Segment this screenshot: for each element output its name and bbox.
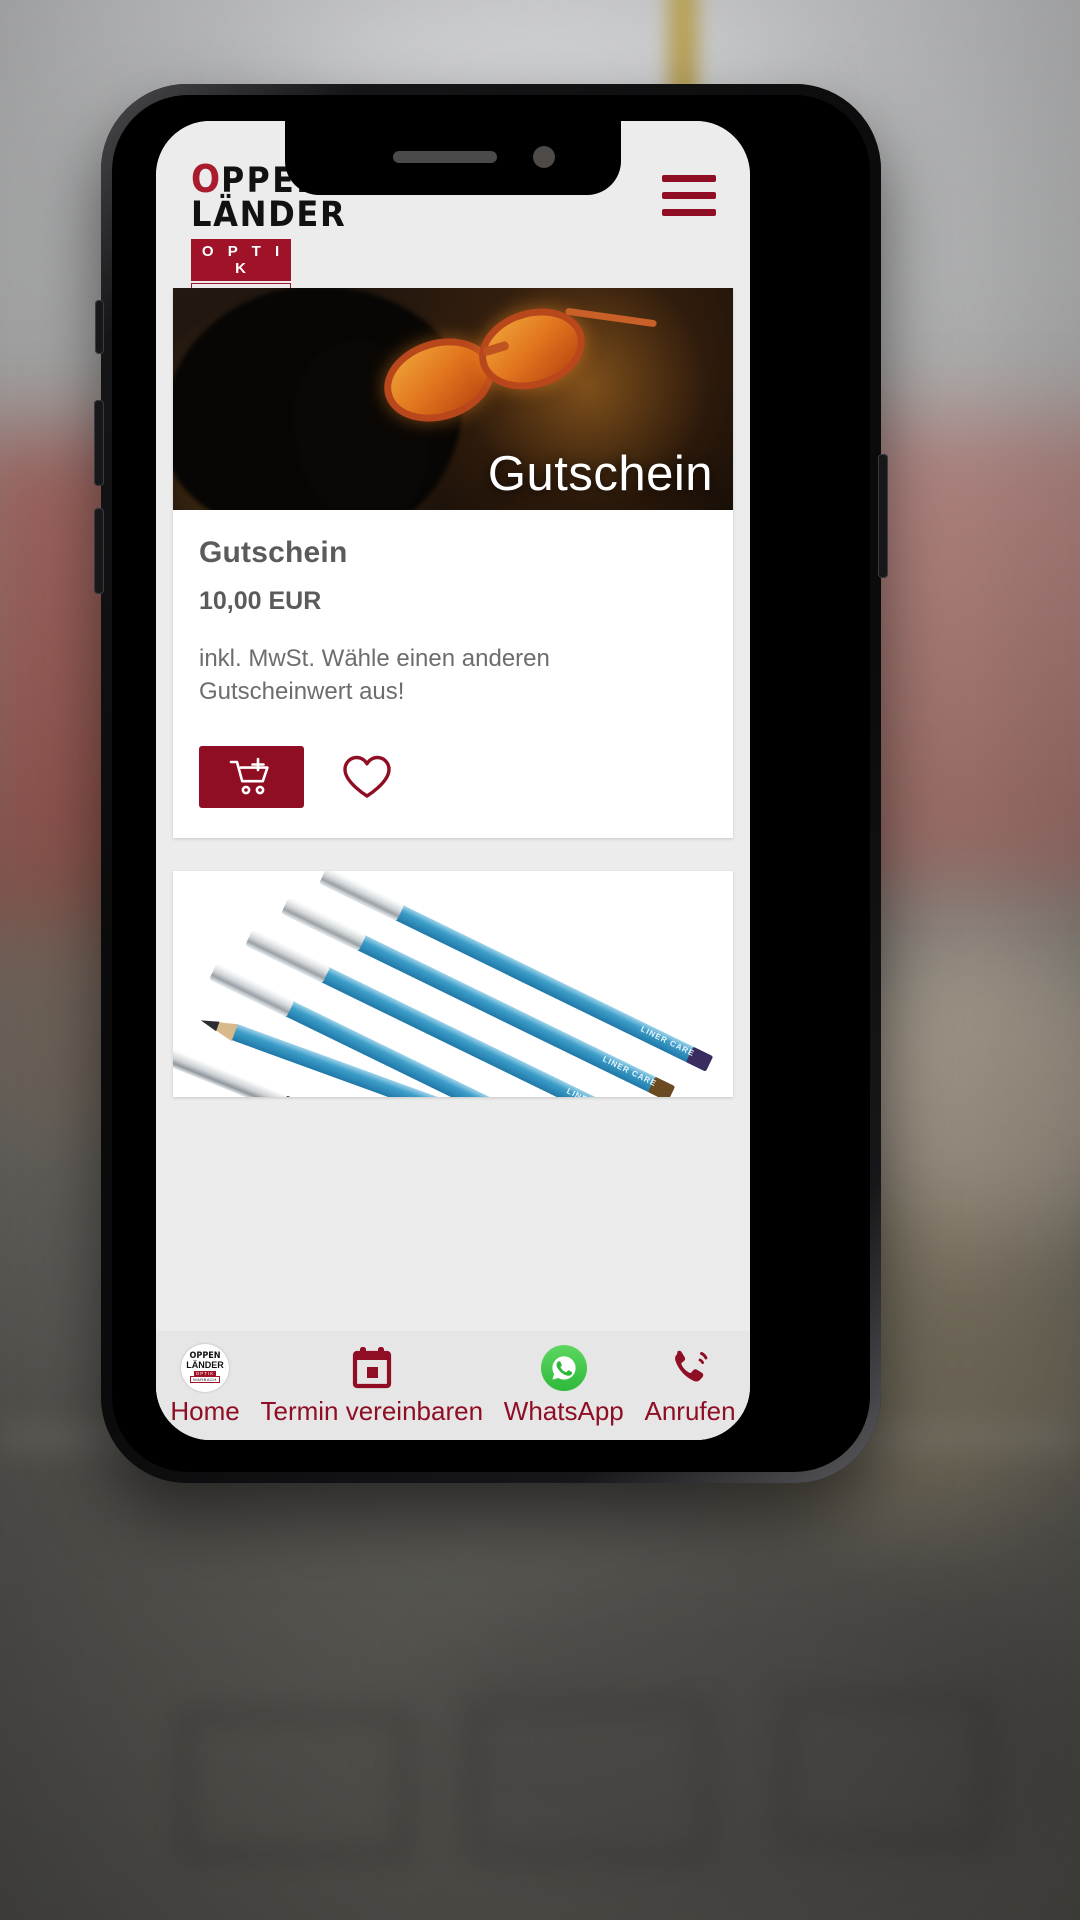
product-details: Gutschein 10,00 EUR inkl. MwSt. Wähle ei… [173, 510, 733, 838]
product-image-liner-pencils: LINER CARE LINER CARE LINER CARE [173, 871, 733, 1098]
oppenlaender-logo-icon: OPPEN LÄNDER OPTIK MARBACH [181, 1343, 230, 1392]
nav-label-appointment: Termin vereinbaren [260, 1395, 484, 1426]
product-card-liner[interactable]: LINER CARE LINER CARE LINER CARE [173, 871, 733, 1098]
pencil-label: LINER CARE [565, 1087, 622, 1098]
pencil-cap [209, 964, 295, 1018]
phone-power-button[interactable] [878, 454, 888, 578]
nav-label-whatsapp: WhatsApp [503, 1395, 624, 1426]
nav-item-call[interactable]: Anrufen [645, 1345, 736, 1427]
product-title: Gutschein [199, 536, 348, 569]
menu-bar [662, 192, 716, 199]
phone-mockup: O PPEN LÄNDER O P T I K MARBACH [94, 84, 888, 1483]
pencil-cap [319, 871, 405, 922]
card-spacer [156, 838, 750, 871]
heart-outline-icon [343, 756, 391, 798]
pencil-label: LINER CARE [601, 1054, 659, 1089]
nav-icon-wrap: OPPEN LÄNDER OPTIK MARBACH [181, 1343, 230, 1392]
whatsapp-icon [540, 1344, 587, 1391]
logo-icon-city: MARBACH [190, 1376, 220, 1384]
whatsapp-glyph-icon [552, 1355, 576, 1380]
pencil-label: LINER CARE [639, 1024, 697, 1059]
bottom-navigation-bar: OPPEN LÄNDER OPTIK MARBACH Home Termin v… [156, 1331, 750, 1440]
calendar-icon [352, 1346, 391, 1388]
product-list[interactable]: Gutschein Gutschein 10,00 EUR inkl. MwSt… [156, 288, 750, 1440]
nav-label-call: Anrufen [644, 1395, 736, 1426]
brand-logo[interactable]: O PPEN LÄNDER O P T I K MARBACH [191, 157, 347, 305]
product-actions [199, 746, 707, 809]
nav-item-home[interactable]: OPPEN LÄNDER OPTIK MARBACH Home [170, 1343, 240, 1427]
phone-mute-switch[interactable] [95, 300, 104, 354]
brand-logo-line2: LÄNDER [191, 194, 347, 235]
product-description: inkl. MwSt. Wähle einen anderen Gutschei… [199, 645, 550, 706]
pencil-cap [245, 930, 331, 984]
pencil-cap-opening [280, 1095, 308, 1098]
nav-item-whatsapp[interactable]: WhatsApp [503, 1344, 624, 1427]
add-to-favorites-button[interactable] [342, 755, 392, 799]
phone-call-icon [675, 1350, 708, 1382]
nav-icon-wrap [667, 1345, 713, 1391]
menu-bar [662, 175, 716, 182]
brand-logo-initial: O [191, 157, 222, 201]
nav-item-appointment[interactable]: Termin vereinbaren [260, 1345, 483, 1427]
phone-volume-up-button[interactable] [94, 400, 104, 486]
phone-screen: O PPEN LÄNDER O P T I K MARBACH [156, 121, 750, 1440]
phone-bezel: O PPEN LÄNDER O P T I K MARBACH [112, 95, 870, 1472]
logo-icon-optik: OPTIK [193, 1370, 217, 1376]
cart-plus-icon [229, 757, 269, 795]
phone-notch [285, 121, 621, 195]
brand-logo-line1: O PPEN [191, 157, 323, 201]
product-price: 10,00 EUR [199, 587, 322, 615]
front-camera-icon [533, 146, 555, 168]
product-card-gutschein[interactable]: Gutschein Gutschein 10,00 EUR inkl. MwSt… [173, 288, 733, 839]
phone-volume-down-button[interactable] [94, 508, 104, 594]
add-to-cart-button[interactable] [199, 746, 304, 809]
menu-icon[interactable] [662, 175, 716, 216]
pencil-cap [281, 898, 367, 952]
brand-logo-optik-badge: O P T I K [191, 238, 291, 281]
nav-icon-wrap [351, 1345, 393, 1391]
logo-icon-line2: LÄNDER [186, 1359, 224, 1370]
hero-caption: Gutschein [487, 447, 713, 501]
nav-label-home: Home [170, 1395, 240, 1426]
product-hero-image: Gutschein [173, 288, 733, 510]
menu-bar [662, 209, 716, 216]
nav-icon-wrap [540, 1344, 587, 1391]
earpiece-speaker [393, 151, 497, 163]
